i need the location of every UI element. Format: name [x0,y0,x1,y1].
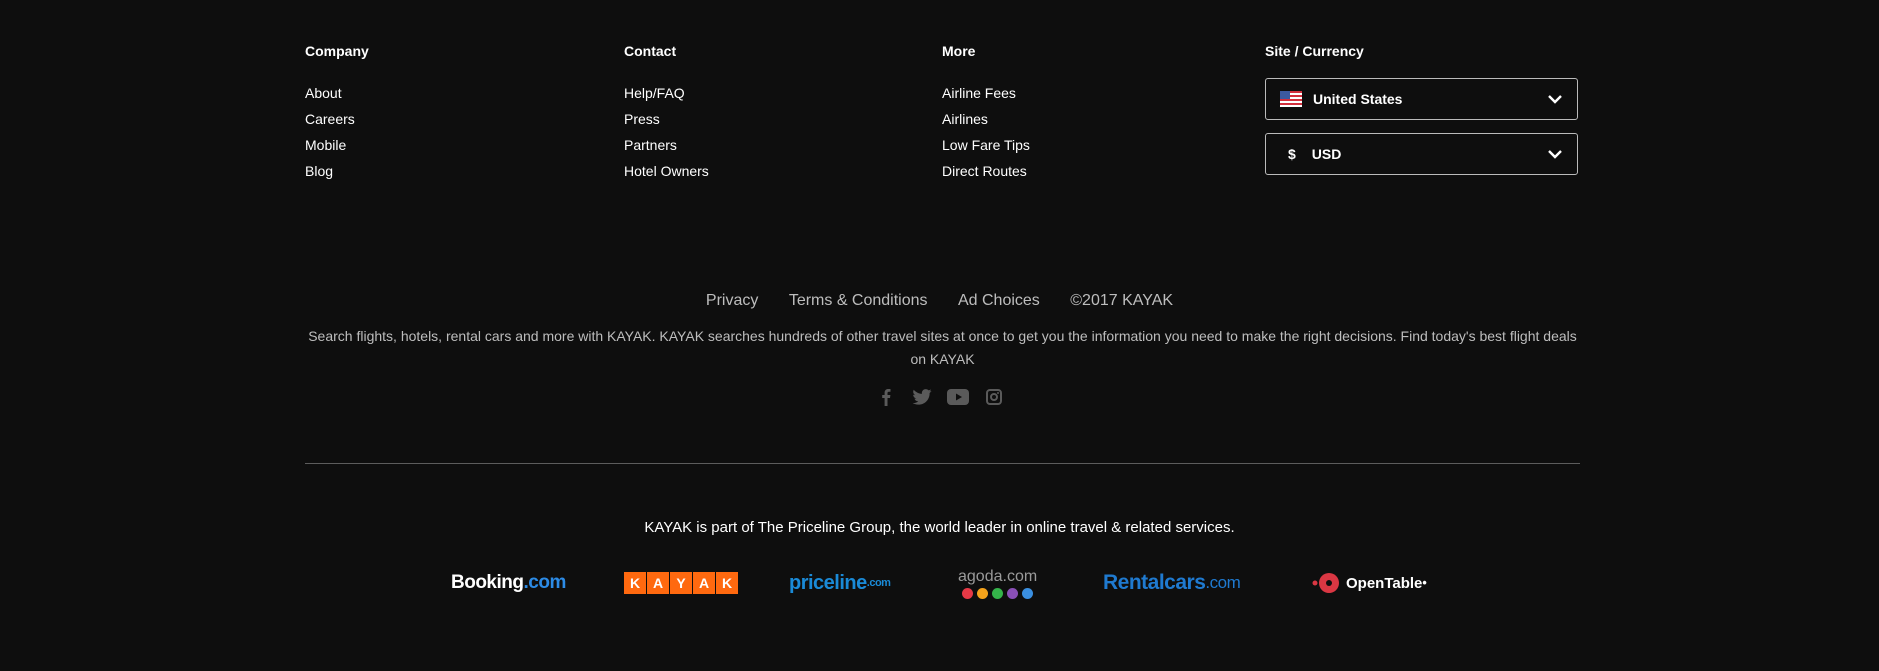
booking-logo-suffix: .com [523,572,567,593]
link-careers[interactable]: Careers [305,106,369,132]
opentable-logo-suffix: • [1422,576,1427,590]
company-column: Company About Careers Mobile Blog [305,42,369,184]
legal-links: Privacy Terms & Conditions Ad Choices ©2… [0,292,1879,310]
kayak-logo-letter: Y [670,572,693,594]
instagram-icon[interactable] [983,387,1005,407]
link-about[interactable]: About [305,80,369,106]
agoda-dot [1007,587,1019,599]
rentalcars-logo-suffix: .com [1205,573,1241,592]
booking-logo-name: Booking [451,572,524,593]
site-description: Search flights, hotels, rental cars and … [308,328,1577,367]
link-direct-routes[interactable]: Direct Routes [942,158,1030,184]
us-flag-icon [1280,91,1302,107]
link-mobile[interactable]: Mobile [305,132,369,158]
site-currency-column: Site / Currency United States $ USD [1265,42,1580,175]
kayak-logo-letter: K [721,575,733,591]
kayak-logo-letter: A [693,572,716,594]
agoda-logo-name: agoda.com [958,567,1038,585]
priceline-logo-name: priceline [789,571,867,594]
chevron-down-icon [1547,90,1563,113]
contact-column: Contact Help/FAQ Press Partners Hotel Ow… [624,42,709,184]
chevron-down-icon [1547,145,1563,168]
country-select[interactable]: United States [1265,78,1578,120]
more-heading: More [942,43,976,59]
link-terms[interactable]: Terms & Conditions [789,292,928,309]
link-help-faq[interactable]: Help/FAQ [624,80,709,106]
kayak-logo[interactable]: K A Y A K [624,572,738,594]
site-currency-heading: Site / Currency [1265,43,1364,59]
company-heading: Company [305,43,369,59]
opentable-logo[interactable]: OpenTable • [1312,564,1427,602]
divider [305,463,1580,464]
agoda-dot [977,587,989,599]
rentalcars-logo-name: Rentalcars [1103,571,1206,594]
agoda-logo[interactable]: agoda.com [958,564,1037,602]
link-low-fare-tips[interactable]: Low Fare Tips [942,132,1030,158]
facebook-icon[interactable] [875,387,897,407]
currency-symbol: $ [1288,146,1296,162]
opentable-mark-icon [1312,569,1340,597]
priceline-group-text: KAYAK is part of The Priceline Group, th… [644,519,1235,536]
agoda-dots [962,587,1034,599]
agoda-dot [992,587,1004,599]
social-links [0,387,1879,407]
kayak-logo-letter: K [624,572,647,594]
booking-logo[interactable]: Booking .com [451,564,566,602]
copyright: ©2017 KAYAK [1070,292,1174,309]
link-hotel-owners[interactable]: Hotel Owners [624,158,709,184]
agoda-dot [1022,587,1034,599]
kayak-logo-letter: A [647,572,670,594]
more-column: More Airline Fees Airlines Low Fare Tips… [942,42,1030,184]
link-airline-fees[interactable]: Airline Fees [942,80,1030,106]
youtube-icon[interactable] [946,387,969,407]
rentalcars-logo[interactable]: Rentalcars .com [1103,564,1241,602]
agoda-dot [962,587,974,599]
link-privacy[interactable]: Privacy [706,292,758,309]
currency-select[interactable]: $ USD [1265,133,1578,175]
link-partners[interactable]: Partners [624,132,709,158]
contact-heading: Contact [624,43,677,59]
link-blog[interactable]: Blog [305,158,369,184]
brand-logos: Booking .com K A Y A K priceline .com agod… [0,564,1879,602]
twitter-icon[interactable] [911,387,933,407]
link-ad-choices[interactable]: Ad Choices [958,292,1040,309]
currency-select-value: USD [1311,146,1342,162]
priceline-logo-suffix: .com [866,577,891,589]
opentable-logo-name: OpenTable [1346,574,1423,592]
link-press[interactable]: Press [624,106,709,132]
priceline-logo[interactable]: priceline .com [789,564,891,602]
country-select-value: United States [1313,91,1403,107]
link-airlines[interactable]: Airlines [942,106,1030,132]
